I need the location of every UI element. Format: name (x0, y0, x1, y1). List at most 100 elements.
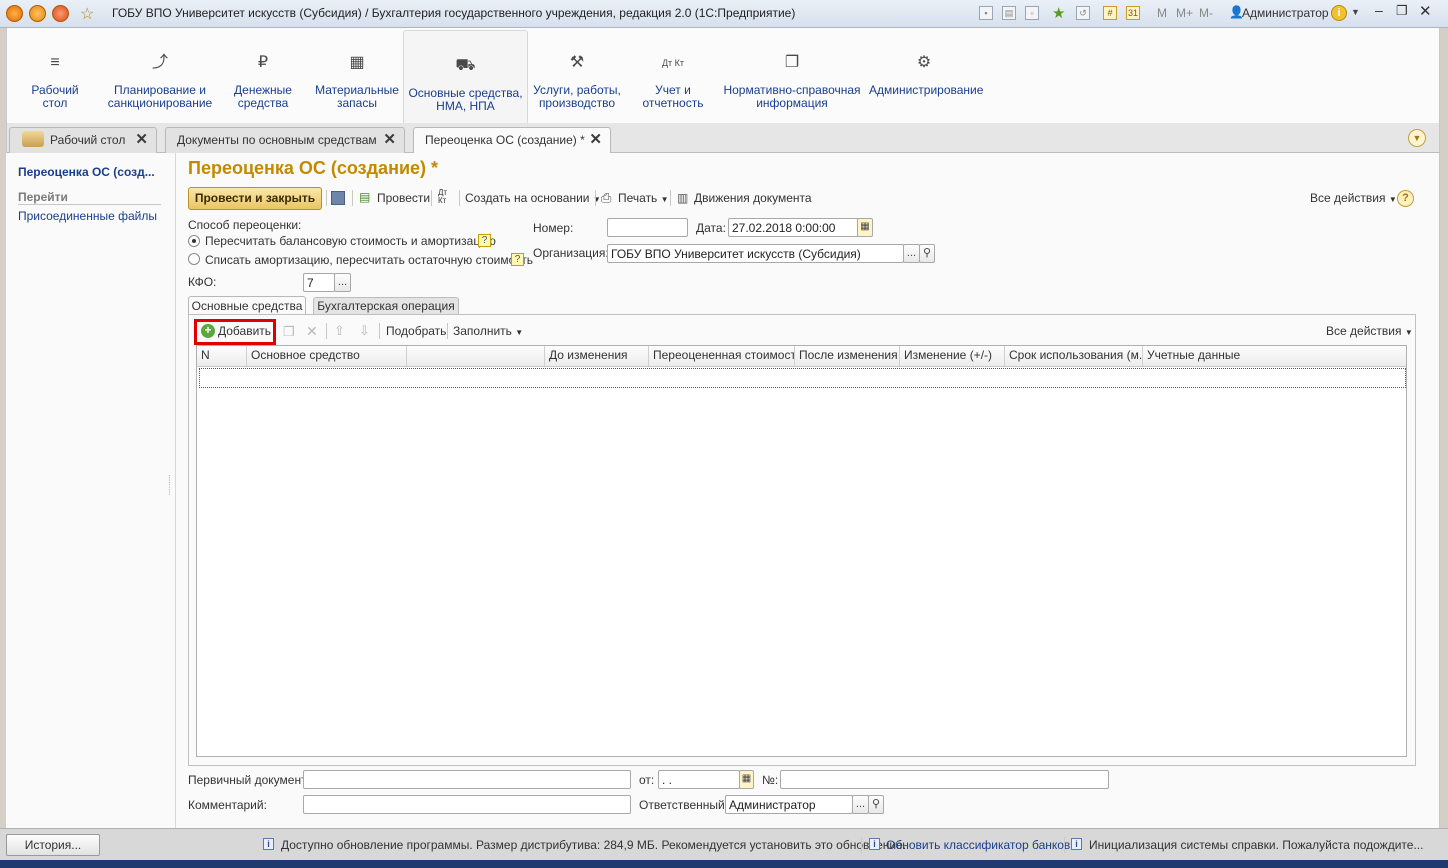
number-label: Номер: (533, 221, 574, 235)
fill-label: Заполнить (453, 324, 512, 338)
m-button[interactable]: M (1157, 6, 1167, 20)
add-button[interactable]: Добавить (218, 324, 271, 338)
tab-accounting-operation[interactable]: Бухгалтерская операция (313, 297, 459, 315)
help-icon[interactable]: ? (1397, 190, 1414, 207)
responsible-field[interactable]: Администратор (725, 795, 853, 814)
section-label: Планирование и санкционирование (107, 83, 213, 110)
dt-kt-button[interactable]: Дт Кт (438, 189, 456, 205)
close-icon[interactable]: ✕ (589, 128, 602, 152)
delete-icon[interactable]: ✕ (306, 323, 318, 340)
update-bank-classifier-link[interactable]: Обновить классификатор банков (886, 838, 1070, 852)
fill-button[interactable]: Заполнить ▼ (453, 324, 523, 338)
column-header-useful-life[interactable]: Срок использования (м... (1005, 346, 1143, 366)
page-title: Переоценка ОС (создание) * (188, 158, 439, 178)
preview-icon[interactable]: ▫ (1025, 6, 1039, 20)
table-all-actions-button[interactable]: Все действия ▼ (1326, 324, 1413, 338)
calendar-icon[interactable]: ▦ (739, 770, 754, 789)
minimize-icon[interactable]: – (1375, 2, 1383, 18)
calendar-icon[interactable]: 31 (1126, 6, 1140, 20)
document-movements-button[interactable]: Движения документа (694, 191, 812, 205)
move-up-icon[interactable]: ⇧ (334, 323, 345, 339)
doc-number-field[interactable] (780, 770, 1109, 789)
column-header-before[interactable]: До изменения (545, 346, 649, 366)
favorites-star-icon[interactable]: ☆ (80, 4, 94, 24)
tabs-menu-icon[interactable]: ▼ (1408, 129, 1426, 147)
chevron-down-icon: ▼ (1404, 328, 1413, 337)
section-fixed-assets[interactable]: ⛟ Основные средства, НМА, НПА (403, 30, 528, 125)
column-header-asset[interactable]: Основное средство (247, 346, 407, 366)
section-accounting[interactable]: Дт Кт Учет и отчетность (634, 28, 712, 123)
save-icon[interactable] (331, 191, 345, 205)
copy-icon[interactable]: ❐ (283, 324, 295, 340)
section-materials[interactable]: ▦ Материальные запасы (311, 28, 403, 123)
section-money[interactable]: ₽ Денежные средства (225, 28, 301, 123)
primary-doc-field[interactable] (303, 770, 631, 789)
column-header-asset-extra[interactable] (407, 346, 545, 366)
fixed-assets-table[interactable]: N Основное средство До изменения Переоце… (196, 345, 1407, 757)
column-header-revalued[interactable]: Переоцененная стоимость (649, 346, 795, 366)
close-icon[interactable]: ✕ (135, 128, 148, 152)
column-header-change[interactable]: Изменение (+/-) (900, 346, 1005, 366)
search-icon[interactable]: ⚲ (868, 795, 884, 814)
search-icon[interactable]: ⚲ (919, 244, 935, 263)
m-minus-button[interactable]: M- (1199, 6, 1213, 20)
organization-field[interactable]: ГОБУ ВПО Университет искусств (Субсидия) (607, 244, 904, 263)
history-icon[interactable]: ↺ (1076, 6, 1090, 20)
select-button[interactable]: Подобрать (386, 324, 446, 338)
radio-recalc-balance-label[interactable]: Пересчитать балансовую стоимость и аморт… (205, 234, 496, 248)
section-planning[interactable]: ⤴ Планирование и санкционирование (105, 28, 215, 123)
close-round-icon[interactable] (52, 5, 69, 22)
post-button[interactable]: Провести (377, 191, 430, 205)
tab-desktop[interactable]: Рабочий стол ✕ (9, 127, 157, 153)
print-button[interactable]: Печать ▼ (618, 191, 669, 205)
table-header: N Основное средство До изменения Переоце… (197, 346, 1406, 367)
section-reference[interactable]: ❐ Нормативно-справочная информация (721, 28, 863, 123)
section-desktop[interactable]: ≡ Рабочий стол (19, 28, 91, 123)
move-down-icon[interactable]: ⇩ (359, 323, 370, 339)
chevron-down-icon[interactable]: ▼ (1351, 7, 1360, 17)
tab-revaluation[interactable]: Переоценка ОС (создание) * ✕ (413, 127, 611, 154)
update-available-message[interactable]: Доступно обновление программы. Размер ди… (281, 838, 906, 852)
radio-recalc-balance[interactable] (188, 235, 200, 247)
close-window-icon[interactable]: ✕ (1419, 2, 1432, 20)
column-header-n[interactable]: N (197, 346, 247, 366)
create-based-on-button[interactable]: Создать на основании ▼ (465, 191, 601, 205)
radio-writeoff-amortization-label[interactable]: Списать амортизацию, пересчитать остаточ… (205, 253, 533, 267)
close-icon[interactable]: ✕ (383, 128, 396, 152)
hint-icon[interactable]: ? (478, 234, 491, 247)
add-favorite-icon[interactable]: ★ (1052, 4, 1065, 22)
comment-field[interactable] (303, 795, 631, 814)
all-actions-button[interactable]: Все действия ▼ (1310, 191, 1397, 205)
print-label: Печать (618, 191, 658, 205)
history-button[interactable]: История... (6, 834, 100, 856)
app-logo-icon[interactable] (6, 5, 23, 22)
restore-icon[interactable]: ❐ (1396, 3, 1408, 19)
table-row[interactable] (199, 368, 1406, 388)
number-field[interactable] (607, 218, 688, 237)
print-icon[interactable]: ▤ (1002, 6, 1016, 20)
post-and-close-button[interactable]: Провести и закрыть (188, 187, 322, 210)
user-name[interactable]: Администратор (1242, 6, 1329, 20)
m-plus-button[interactable]: M+ (1176, 6, 1193, 20)
attached-files-link[interactable]: Присоединенные файлы (18, 209, 157, 223)
section-services[interactable]: ⚒ Услуги, работы, производство (530, 28, 624, 123)
date-field[interactable]: 27.02.2018 0:00:00 (728, 218, 859, 237)
splitter-handle[interactable]: ⁝ ⁝ ⁝ (168, 474, 171, 497)
radio-writeoff-amortization[interactable] (188, 253, 200, 265)
kfo-field[interactable]: 7 (303, 273, 335, 292)
calendar-icon[interactable]: ▦ (857, 218, 873, 237)
calculator-icon[interactable]: # (1103, 6, 1117, 20)
from-date-field[interactable]: . . (658, 770, 740, 789)
organization-select-button[interactable]: ... (903, 244, 920, 263)
section-admin[interactable]: ⚙ Администрирование (869, 28, 983, 123)
column-header-after[interactable]: После изменения (795, 346, 900, 366)
tab-fixed-asset-documents[interactable]: Документы по основным средствам ✕ (165, 127, 405, 153)
tab-fixed-assets[interactable]: Основные средства (188, 296, 306, 315)
menu-icon[interactable] (29, 5, 46, 22)
column-header-accounting-data[interactable]: Учетные данные (1143, 346, 1406, 366)
responsible-select-button[interactable]: ... (852, 795, 869, 814)
kfo-select-button[interactable]: ... (334, 273, 351, 292)
info-icon[interactable]: i (1331, 5, 1347, 21)
hint-icon[interactable]: ? (511, 253, 524, 266)
save-icon[interactable]: ▪ (979, 6, 993, 20)
